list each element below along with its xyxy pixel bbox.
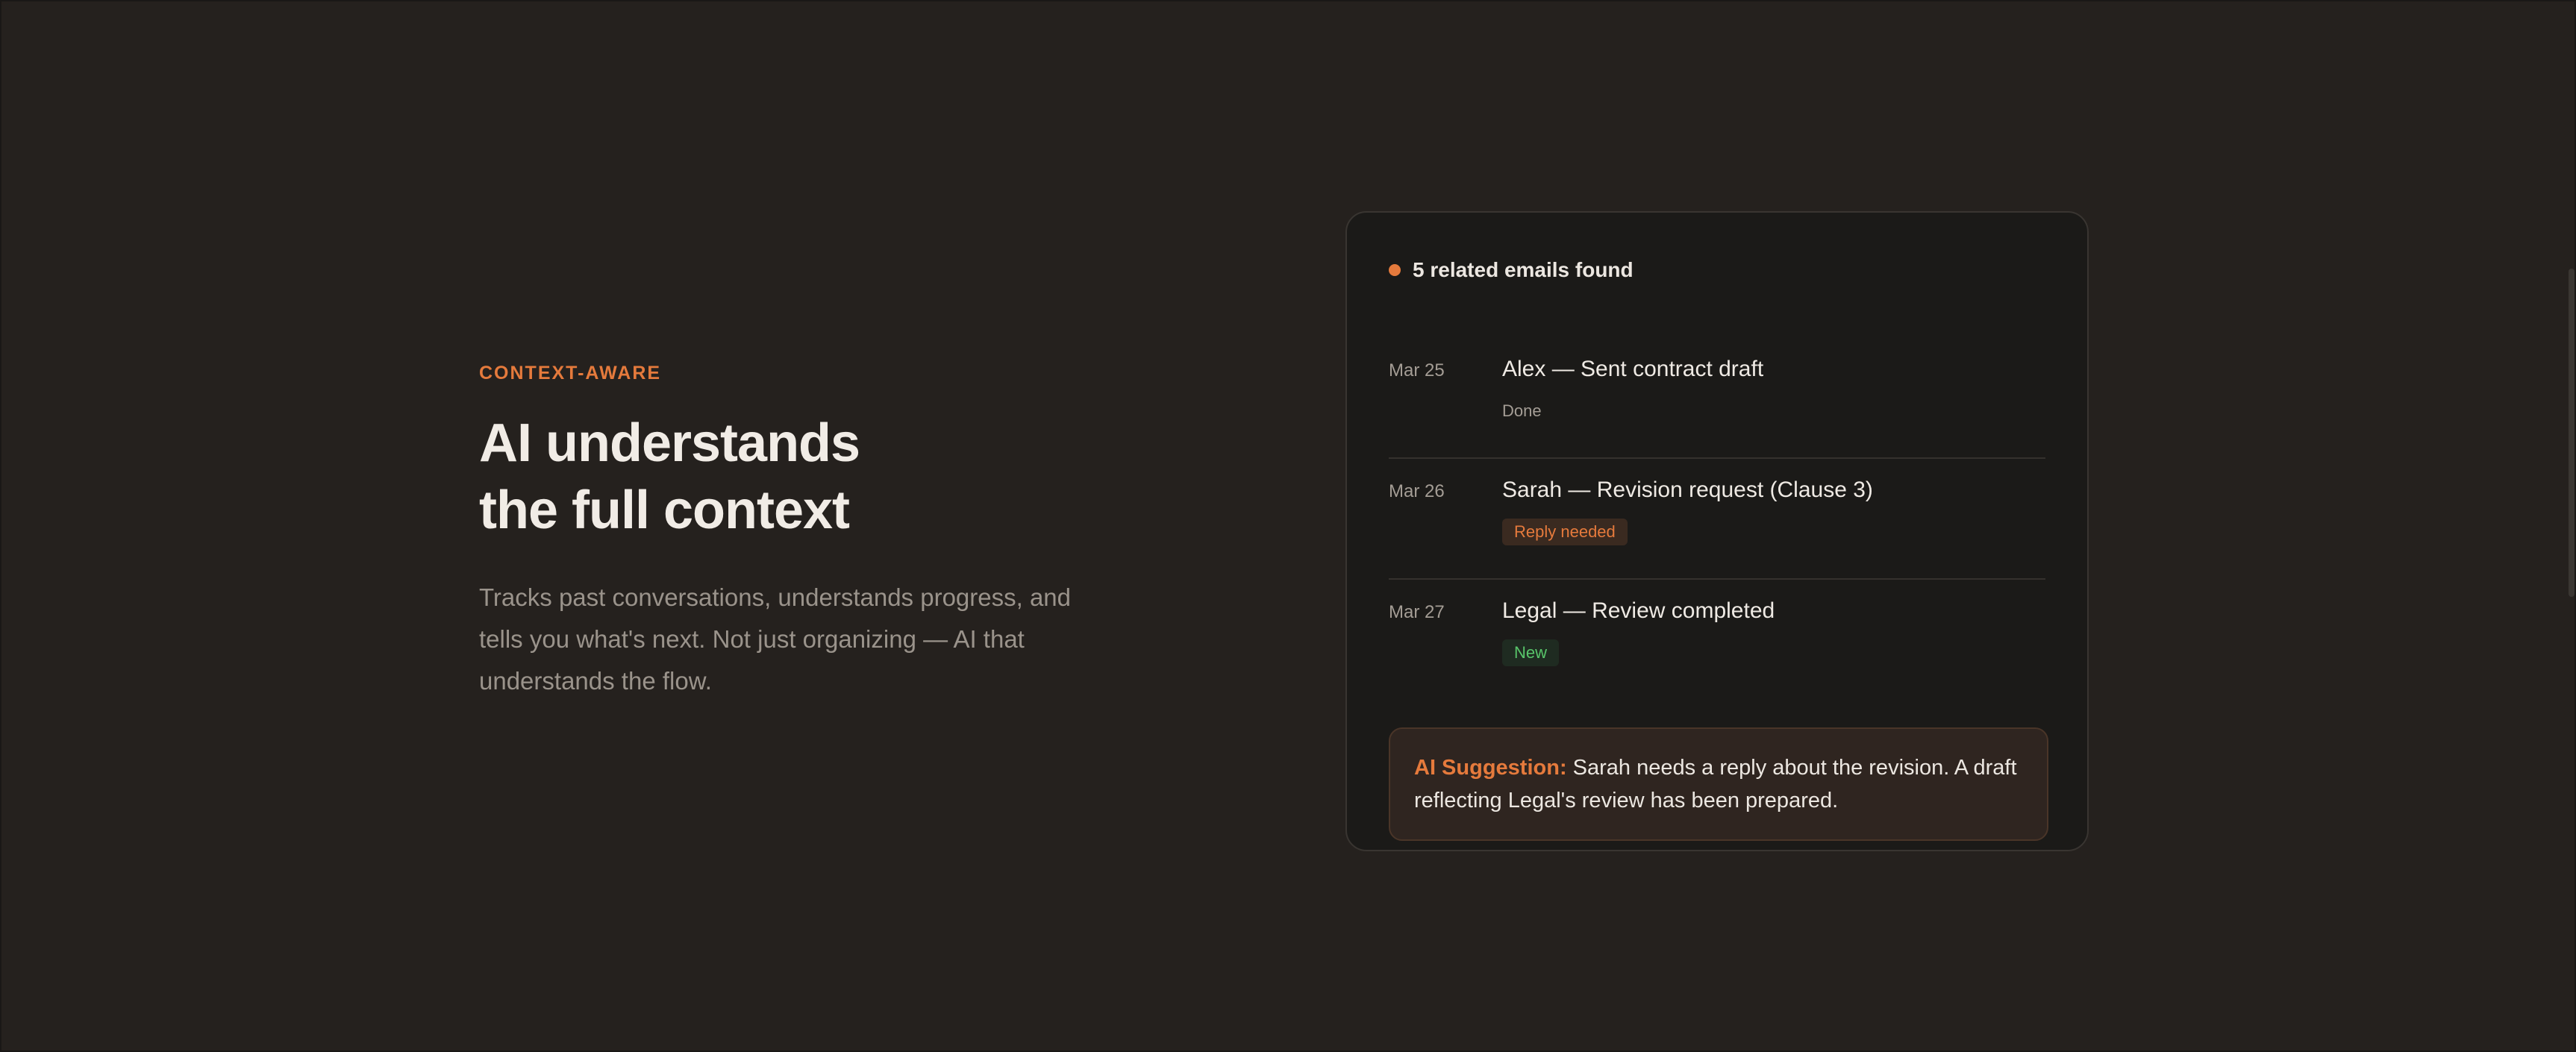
card-header: 5 related emails found <box>1389 213 2045 328</box>
section-description: Tracks past conversations, understands p… <box>479 583 1072 695</box>
email-body: Sarah — Revision request (Clause 3) Repl… <box>1502 475 2045 578</box>
status-badge-new: New <box>1502 639 1560 666</box>
email-date: Mar 27 <box>1389 602 1445 622</box>
status-dot-icon <box>1389 264 1401 276</box>
related-emails-count: 5 related emails found <box>1413 258 1634 281</box>
email-row[interactable]: Mar 25 Alex — Sent contract draft Done <box>1389 338 2045 459</box>
email-date: Mar 26 <box>1389 481 1445 501</box>
email-row[interactable]: Mar 27 Legal — Review completed New <box>1389 580 2045 701</box>
email-date: Mar 25 <box>1389 360 1445 381</box>
email-body: Alex — Sent contract draft Done <box>1502 354 2045 457</box>
status-badge-reply-needed: Reply needed <box>1502 519 1628 545</box>
section-eyebrow: CONTEXT-AWARE <box>479 363 662 383</box>
page-frame <box>0 0 2576 1052</box>
feature-intro: CONTEXT-AWARE AI understands the full co… <box>479 363 1121 702</box>
ai-suggestion-label: AI Suggestion: <box>1414 756 1567 780</box>
scrollbar-thumb[interactable] <box>2569 269 2575 597</box>
related-emails-card: 5 related emails found Mar 25 Alex — Sen… <box>1345 211 2089 851</box>
section-headline: AI understands the full context <box>479 410 1121 544</box>
email-row[interactable]: Mar 26 Sarah — Revision request (Clause … <box>1389 459 2045 580</box>
status-badge-done: Done <box>1502 401 1542 420</box>
headline-line-2: the full context <box>479 480 850 540</box>
email-list: Mar 25 Alex — Sent contract draft Done M… <box>1389 338 2045 701</box>
headline-line-1: AI understands <box>479 413 860 473</box>
email-subject: Sarah — Revision request (Clause 3) <box>1502 478 1873 502</box>
email-subject: Alex — Sent contract draft <box>1502 357 1764 381</box>
email-body: Legal — Review completed New <box>1502 596 2045 701</box>
email-subject: Legal — Review completed <box>1502 598 1775 623</box>
ai-suggestion-box: AI Suggestion: Sarah needs a reply about… <box>1389 727 2048 841</box>
